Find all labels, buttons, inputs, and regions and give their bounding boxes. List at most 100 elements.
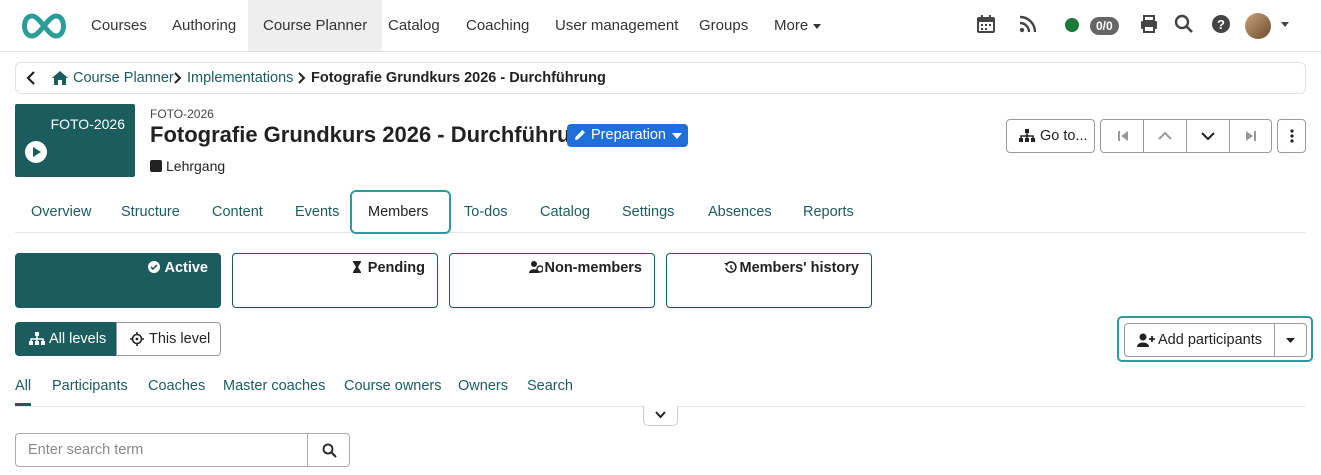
chevron-down-icon (813, 23, 822, 29)
all-levels-label: All levels (49, 331, 107, 347)
tab-events[interactable]: Events (279, 190, 355, 234)
first-icon[interactable] (1101, 120, 1144, 152)
expand-filters-button[interactable] (643, 406, 678, 426)
role-search[interactable]: Search (527, 372, 573, 406)
pager (1100, 119, 1272, 153)
home-icon[interactable] (51, 70, 69, 86)
chevron-right-icon (174, 72, 182, 84)
tab-structure[interactable]: Structure (105, 190, 196, 234)
card-non-members-label: Non-members (544, 260, 643, 276)
calendar-icon[interactable] (976, 14, 998, 36)
card-active-label: Active (164, 260, 208, 276)
status-online-icon[interactable] (1065, 18, 1079, 32)
role-owners[interactable]: Owners (458, 372, 508, 406)
openolat-logo-icon[interactable] (18, 12, 70, 40)
this-level-label: This level (149, 331, 211, 347)
go-to-label: Go to... (1040, 128, 1088, 144)
hourglass-icon (352, 261, 364, 273)
this-level-button[interactable]: This level (116, 322, 221, 356)
tab-settings[interactable]: Settings (606, 190, 690, 234)
more-options-button[interactable] (1277, 119, 1306, 153)
next-icon[interactable] (1187, 120, 1230, 152)
course-type-label: Lehrgang (166, 158, 226, 174)
previous-icon[interactable] (1144, 120, 1187, 152)
card-members-history-label-wrap: Members' history (723, 260, 859, 276)
add-participants-button[interactable]: Add participants (1124, 323, 1275, 357)
sitemap-icon (1019, 129, 1035, 143)
tab-absences[interactable]: Absences (692, 190, 788, 234)
add-participants-label: Add participants (1158, 332, 1262, 348)
ellipsis-vertical-icon (1290, 129, 1294, 143)
help-icon[interactable]: ? (1211, 14, 1233, 36)
avatar[interactable] (1245, 13, 1271, 39)
role-all[interactable]: All (15, 372, 32, 406)
thumbnail-label: FOTO-2026 (50, 116, 125, 132)
role-master-coaches[interactable]: Master coaches (223, 372, 325, 406)
user-menu-caret-icon[interactable] (1280, 22, 1290, 30)
top-navigation: Courses Authoring Course Planner Catalog… (0, 0, 1321, 52)
all-levels-button[interactable]: All levels (15, 322, 117, 356)
course-type: Lehrgang (150, 158, 225, 174)
card-non-members-label-wrap: Non-members (528, 260, 643, 276)
last-icon[interactable] (1230, 120, 1273, 152)
tab-catalog[interactable]: Catalog (524, 190, 606, 234)
role-course-owners[interactable]: Course owners (344, 372, 442, 406)
pencil-icon (574, 129, 586, 141)
share-icon (150, 160, 162, 172)
nav-more[interactable]: More (759, 0, 836, 51)
tab-todos[interactable]: To-dos (448, 190, 524, 234)
breadcrumb-implementations[interactable]: Implementations (187, 63, 293, 93)
external-reference: FOTO-2026 (150, 107, 214, 121)
nav-user-management[interactable]: User management (540, 0, 693, 51)
card-active[interactable]: Active (15, 253, 221, 308)
nav-coaching[interactable]: Coaching (451, 0, 544, 51)
notification-counter[interactable]: 0/0 (1090, 17, 1119, 35)
card-non-members[interactable]: Non-members (449, 253, 655, 308)
chevron-down-icon (672, 133, 682, 139)
back-chevron-icon[interactable] (26, 71, 36, 85)
play-icon[interactable] (25, 141, 47, 163)
card-members-history-label: Members' history (739, 260, 859, 276)
svg-text:?: ? (1217, 17, 1225, 32)
nav-more-label: More (774, 17, 809, 34)
breadcrumb: Course Planner Implementations Fotografi… (15, 62, 1306, 94)
sitemap-icon (29, 332, 45, 346)
nav-course-planner[interactable]: Course Planner (248, 0, 383, 51)
check-circle-icon (148, 261, 161, 273)
breadcrumb-course-planner[interactable]: Course Planner (73, 63, 174, 93)
tab-overview[interactable]: Overview (15, 190, 107, 234)
card-pending-label: Pending (367, 260, 425, 276)
tab-reports[interactable]: Reports (787, 190, 870, 234)
role-coaches[interactable]: Coaches (148, 372, 205, 406)
user-slash-icon (528, 261, 543, 273)
add-participants-dropdown[interactable] (1274, 323, 1307, 357)
status-dropdown-button[interactable]: Preparation (567, 124, 688, 147)
rss-icon[interactable] (1018, 14, 1040, 36)
add-participants-group: Add participants (1117, 316, 1313, 362)
tab-content[interactable]: Content (196, 190, 279, 234)
breadcrumb-current: Fotografie Grundkurs 2026 - Durchführung (311, 70, 606, 86)
tab-members[interactable]: Members (350, 190, 451, 234)
crosshairs-icon (130, 332, 144, 346)
card-pending[interactable]: Pending (232, 253, 438, 308)
user-plus-icon (1137, 333, 1155, 347)
card-active-label-wrap: Active (148, 260, 208, 276)
nav-groups[interactable]: Groups (684, 0, 763, 51)
card-members-history[interactable]: Members' history (666, 253, 872, 308)
search-input[interactable] (15, 433, 308, 467)
course-thumbnail[interactable]: FOTO-2026 (15, 104, 135, 177)
search-button[interactable] (307, 433, 350, 467)
go-to-button[interactable]: Go to... (1006, 119, 1095, 153)
chevron-right-icon (298, 72, 306, 84)
role-participants[interactable]: Participants (52, 372, 128, 406)
search-icon[interactable] (1174, 14, 1196, 36)
print-icon[interactable] (1139, 14, 1161, 36)
nav-authoring[interactable]: Authoring (157, 0, 251, 51)
status-label: Preparation (591, 127, 666, 143)
history-icon (723, 261, 737, 273)
nav-catalog[interactable]: Catalog (373, 0, 455, 51)
nav-courses[interactable]: Courses (76, 0, 162, 51)
card-pending-label-wrap: Pending (352, 260, 425, 276)
search-icon (322, 443, 337, 458)
page-title: Fotografie Grundkurs 2026 - Durchführung (150, 122, 598, 147)
